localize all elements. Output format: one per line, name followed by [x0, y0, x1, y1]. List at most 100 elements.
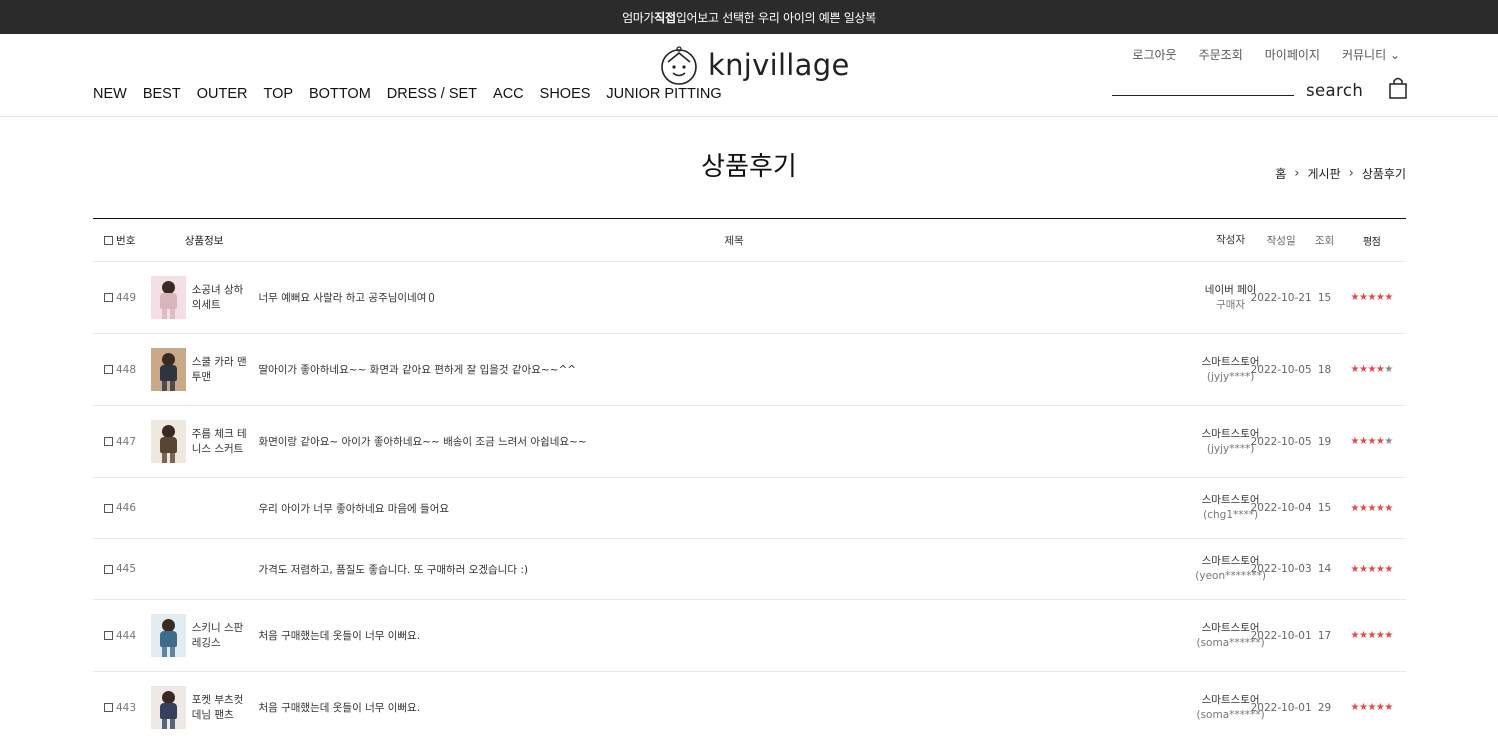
row-no-value: 443: [116, 701, 137, 714]
row-checkbox[interactable]: [104, 437, 113, 446]
chevron-right-icon: ›: [1294, 166, 1300, 181]
logo-face-icon: [661, 46, 697, 85]
nav-item-dress-set[interactable]: DRESS / SET: [387, 86, 477, 102]
product-thumbnail[interactable]: [150, 420, 186, 463]
row-rating: ★★★★★: [1337, 564, 1406, 575]
table-row[interactable]: 446 우리 아이가 너무 좋아하네요 마음에 들어요 스마트스토어 (chg1*…: [93, 478, 1406, 539]
subject-link[interactable]: 화면이랑 같아요~ 아이가 좋아하네요~~ 배송이 조금 느려서 아쉽네요~~: [258, 436, 586, 448]
star-icon: ★: [1350, 702, 1360, 713]
subject-link[interactable]: 가격도 저렴하고, 품질도 좋습니다. 또 구매하러 오겠습니다 :): [258, 564, 528, 576]
product-name[interactable]: 주름 체크 테니스 스커트: [192, 427, 248, 457]
breadcrumb-current[interactable]: 상품후기: [1362, 165, 1406, 182]
search-input[interactable]: [1112, 95, 1294, 96]
row-date: 2022-10-05: [1250, 363, 1312, 376]
nav-item-acc[interactable]: ACC: [493, 86, 524, 102]
table-row[interactable]: 443 포켓 부츠컷 데님 팬츠 처음 구매했는데 옷들이 너무 이뻐요. 스마…: [93, 672, 1406, 737]
product-name[interactable]: 포켓 부츠컷 데님 팬츠: [192, 693, 248, 723]
util-nav: 로그아웃 주문조회 마이페이지 커뮤니티 ⌄: [1110, 46, 1400, 63]
breadcrumb: 홈 › 게시판 › 상품후기: [1275, 165, 1406, 182]
row-checkbox[interactable]: [104, 631, 113, 640]
product-name[interactable]: 스키니 스판 레깅스: [192, 621, 248, 651]
row-subject[interactable]: 가격도 저렴하고, 품질도 좋습니다. 또 구매하러 오겠습니다 :): [257, 562, 1210, 577]
row-checkbox[interactable]: [104, 703, 113, 712]
row-subject[interactable]: 처음 구매했는데 옷들이 너무 이뻐요.: [257, 700, 1210, 715]
row-writer: 스마트스토어 (soma******): [1196, 621, 1264, 651]
product-name[interactable]: 스쿨 카라 맨투맨: [192, 355, 248, 385]
order-lookup-link[interactable]: 주문조회: [1199, 46, 1243, 63]
row-date: 2022-10-03: [1250, 563, 1312, 575]
row-rating: ★★★★★: [1337, 702, 1406, 713]
table-row[interactable]: 447 주름 체크 테니스 스커트 화면이랑 같아요~ 아이가 좋아하네요~~ …: [93, 406, 1406, 478]
subject-link[interactable]: 우리 아이가 너무 좋아하네요 마음에 들어요: [258, 503, 449, 515]
breadcrumb-board[interactable]: 게시판: [1308, 165, 1341, 182]
row-subject[interactable]: 화면이랑 같아요~ 아이가 좋아하네요~~ 배송이 조금 느려서 아쉽네요~~: [257, 434, 1210, 449]
table-row[interactable]: 445 가격도 저렴하고, 품질도 좋습니다. 또 구매하러 오겠습니다 :) …: [93, 539, 1406, 600]
product-thumbnail[interactable]: [150, 276, 186, 319]
header-no-label: 번호: [116, 234, 136, 247]
product-name[interactable]: 소공녀 상하의세트: [192, 283, 248, 313]
row-product[interactable]: 스쿨 카라 맨투맨: [150, 348, 258, 391]
writer-id: (jyjy****): [1206, 370, 1255, 383]
row-product[interactable]: 소공녀 상하의세트: [150, 276, 258, 319]
community-menu[interactable]: 커뮤니티 ⌄: [1342, 46, 1400, 63]
row-writer: 스마트스토어 (yeon*******): [1195, 554, 1266, 584]
search-button[interactable]: search: [1306, 81, 1363, 100]
row-hit: 18: [1317, 363, 1332, 376]
row-checkbox[interactable]: [104, 293, 113, 302]
writer-name: 네이버 페이: [1204, 283, 1257, 296]
promo-bar: 엄마가 직접 입어보고 선택한 우리 아이의 예쁜 일상복: [0, 0, 1498, 34]
row-no: 447: [93, 436, 151, 448]
subject-link[interactable]: 너무 예뻐요 사랄라 하고 공주님이네여: [258, 292, 426, 304]
row-product[interactable]: 포켓 부츠컷 데님 팬츠: [150, 686, 258, 729]
subject-link[interactable]: 처음 구매했는데 옷들이 너무 이뻐요.: [258, 630, 420, 642]
nav-item-new[interactable]: NEW: [93, 86, 127, 102]
nav-item-best[interactable]: BEST: [143, 86, 181, 102]
product-thumbnail[interactable]: [150, 686, 186, 729]
shopping-bag-icon[interactable]: [1389, 77, 1407, 99]
row-subject[interactable]: 딸아이가 좋아하네요~~ 화면과 같아요 편하게 잘 입을것 같아요~~^^: [257, 362, 1210, 377]
header-hit: 조회: [1314, 234, 1335, 247]
row-rating: ★★★★★: [1337, 364, 1406, 375]
promo-text-bold: 직접: [654, 10, 676, 25]
star-icon: ★: [1367, 292, 1376, 303]
nav-item-junior-pitting[interactable]: JUNIOR PITTING: [606, 86, 721, 102]
row-no: 445: [93, 563, 151, 575]
subject-link[interactable]: 처음 구매했는데 옷들이 너무 이뻐요.: [258, 702, 420, 714]
logout-link[interactable]: 로그아웃: [1132, 46, 1176, 63]
row-subject[interactable]: 너무 예뻐요 사랄라 하고 공주님이네여: [257, 290, 1210, 305]
promo-text-post: 입어보고 선택한 우리 아이의 예쁜 일상복: [675, 10, 876, 25]
star-icon: ★: [1384, 502, 1393, 514]
table-row[interactable]: 448 스쿨 카라 맨투맨 딸아이가 좋아하네요~~ 화면과 같아요 편하게 잘…: [93, 334, 1406, 406]
star-icon: ★: [1350, 630, 1360, 641]
subject-link[interactable]: 딸아이가 좋아하네요~~ 화면과 같아요 편하게 잘 입을것 같아요~~^^: [258, 364, 576, 376]
row-hit: 17: [1317, 629, 1332, 642]
product-thumbnail[interactable]: [150, 348, 186, 391]
row-product[interactable]: 스키니 스판 레깅스: [150, 614, 258, 657]
row-no-value: 444: [116, 629, 137, 642]
mypage-link[interactable]: 마이페이지: [1265, 46, 1320, 63]
row-writer: 스마트스토어 (chg1****): [1202, 493, 1260, 523]
row-hit: 29: [1317, 701, 1332, 714]
row-rating: ★★★★★: [1337, 503, 1406, 514]
row-no-value: 445: [116, 563, 137, 575]
nav-item-outer[interactable]: OUTER: [197, 86, 248, 102]
row-checkbox[interactable]: [104, 503, 113, 513]
product-thumbnail[interactable]: [150, 614, 186, 657]
select-all-checkbox[interactable]: [104, 235, 113, 245]
row-writer: 스마트스토어 (soma******): [1196, 693, 1264, 723]
table-body: 449 소공녀 상하의세트 너무 예뻐요 사랄라 하고 공주님이네여 네이버 페…: [93, 262, 1406, 737]
logo[interactable]: knjvillage: [658, 44, 850, 86]
nav-item-shoes[interactable]: SHOES: [540, 86, 591, 102]
table-row[interactable]: 444 스키니 스판 레깅스 처음 구매했는데 옷들이 너무 이뻐요. 스마트스…: [93, 600, 1406, 672]
row-no-value: 449: [116, 291, 137, 304]
table-row[interactable]: 449 소공녀 상하의세트 너무 예뻐요 사랄라 하고 공주님이네여 네이버 페…: [93, 262, 1406, 334]
breadcrumb-home[interactable]: 홈: [1275, 165, 1286, 182]
row-subject[interactable]: 우리 아이가 너무 좋아하네요 마음에 들어요: [257, 501, 1210, 516]
row-product[interactable]: 주름 체크 테니스 스커트: [150, 420, 258, 463]
row-date: 2022-10-21: [1250, 291, 1312, 304]
row-checkbox[interactable]: [104, 365, 113, 374]
nav-item-bottom[interactable]: BOTTOM: [309, 86, 371, 102]
row-subject[interactable]: 처음 구매했는데 옷들이 너무 이뻐요.: [257, 628, 1210, 643]
nav-item-top[interactable]: TOP: [263, 86, 293, 102]
row-checkbox[interactable]: [104, 564, 113, 574]
